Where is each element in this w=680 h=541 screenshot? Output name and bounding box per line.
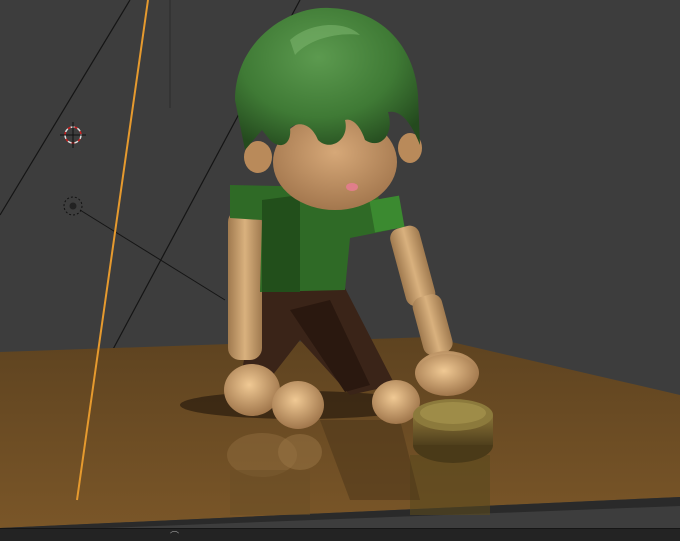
reflection [230, 470, 310, 515]
reflection [278, 434, 322, 470]
light-guide-line [79, 209, 226, 301]
left-arm [228, 210, 262, 360]
right-foot [372, 380, 420, 424]
light-direction-line [0, 0, 131, 216]
status-bar: ⌒ [0, 528, 680, 541]
viewport-scene [0, 0, 680, 532]
shirt-shade [262, 195, 300, 292]
3d-cursor-icon[interactable] [60, 122, 86, 148]
right-hand-front [416, 354, 478, 396]
reflection [410, 455, 490, 515]
3d-viewport[interactable]: ⌒ [0, 0, 680, 541]
nose [346, 183, 358, 191]
sleeve-right [369, 195, 405, 233]
light-object-icon[interactable] [63, 196, 83, 216]
left-knee [224, 364, 280, 416]
mouse-icon: ⌒ [170, 531, 180, 541]
round-button-prop[interactable] [413, 399, 493, 463]
left-foot [272, 381, 324, 429]
